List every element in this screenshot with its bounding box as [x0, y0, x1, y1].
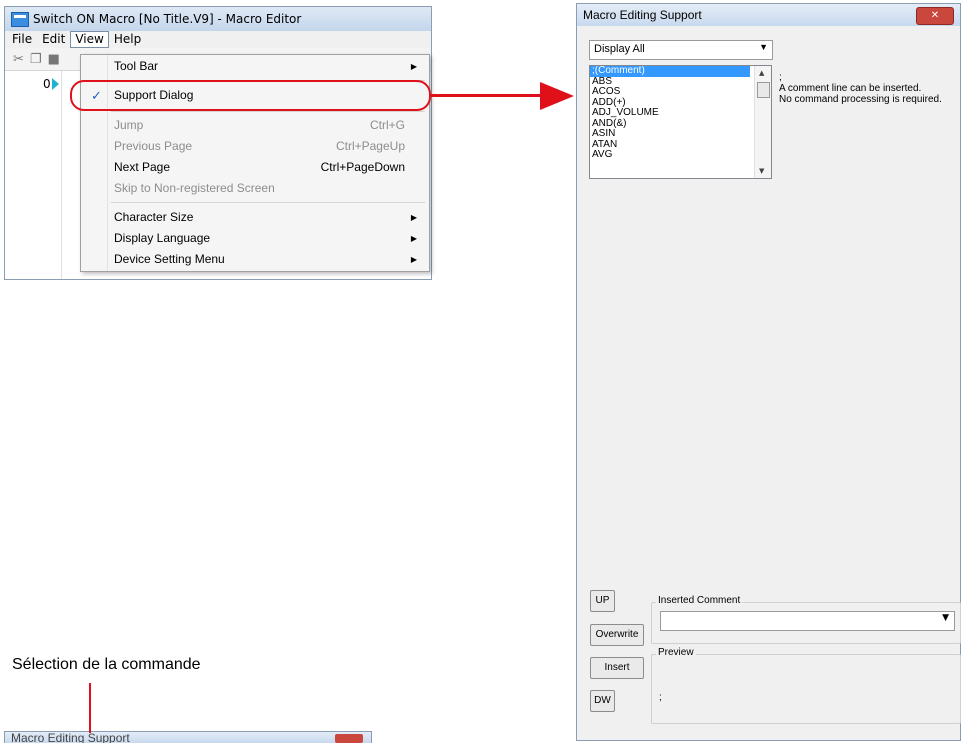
command-description: ; A comment line can be inserted. No com…: [779, 72, 955, 105]
current-line-marker-icon: [52, 78, 59, 90]
description-line: ;: [779, 72, 782, 83]
menu-item-label: Tool Bar: [114, 59, 159, 73]
menu-item-label: Skip to Non-registered Screen: [114, 181, 275, 195]
close-icon: ✕: [930, 10, 940, 21]
menu-item-next-page[interactable]: Next Page Ctrl+PageDown: [81, 157, 429, 178]
close-button[interactable]: ✕: [916, 7, 954, 25]
list-item[interactable]: ADJ_VOLUME: [590, 107, 750, 119]
copy-icon[interactable]: ❐: [30, 52, 42, 67]
description-line: No command processing is required.: [779, 94, 942, 105]
list-item[interactable]: AVG: [590, 149, 750, 161]
chevron-down-icon: ▼: [759, 42, 768, 52]
menu-item-skip-non-registered[interactable]: Skip to Non-registered Screen: [81, 178, 429, 199]
menu-item-shortcut: Ctrl+G: [369, 118, 405, 132]
menu-item-tool-bar[interactable]: Tool Bar ▶: [81, 56, 429, 77]
menu-item-label: Device Setting Menu: [114, 252, 225, 266]
menu-file[interactable]: File: [7, 32, 37, 47]
inserted-comment-label: Inserted Comment: [656, 595, 743, 606]
highlight-oval: [70, 80, 431, 111]
dw-button[interactable]: DW: [590, 690, 615, 712]
submenu-arrow-icon: ▶: [410, 234, 417, 243]
submenu-arrow-icon: ▶: [410, 213, 417, 222]
menu-item-jump[interactable]: Jump Ctrl+G: [81, 115, 429, 136]
menu-item-shortcut: Ctrl+PageDown: [320, 160, 405, 174]
scroll-up-icon[interactable]: ▲: [759, 69, 764, 77]
list-item[interactable]: ASIN: [590, 128, 750, 140]
support-title: Macro Editing Support: [583, 8, 702, 22]
chevron-down-icon: ▼: [942, 613, 949, 623]
filter-value: Display All: [594, 43, 645, 55]
pointer-line: [89, 683, 91, 733]
menu-item-label: Next Page: [114, 160, 171, 174]
menu-item-character-size[interactable]: Character Size ▶: [81, 207, 429, 228]
arrow-head-icon: [540, 82, 574, 110]
cropped-window-title: Macro Editing Support: [11, 731, 130, 743]
editor-title: Switch ON Macro [No Title.V9] - Macro Ed…: [33, 12, 302, 26]
macro-editing-support-dialog: Macro Editing Support ✕ Display All ▼ ;(…: [576, 3, 961, 741]
insert-button[interactable]: Insert: [590, 657, 644, 679]
menu-help[interactable]: Help: [109, 32, 146, 47]
menu-item-label: Previous Page: [114, 139, 193, 153]
list-item[interactable]: ;(Comment): [590, 66, 750, 77]
scroll-down-icon[interactable]: ▼: [759, 167, 764, 175]
scroll-thumb[interactable]: [757, 82, 770, 98]
submenu-arrow-icon: ▶: [410, 62, 417, 71]
inserted-comment-combo[interactable]: ▼: [660, 611, 955, 631]
overwrite-button[interactable]: Overwrite: [590, 624, 644, 646]
arrow-line: [430, 94, 542, 97]
paste-icon[interactable]: ■: [48, 52, 60, 67]
menu-view[interactable]: View: [70, 31, 109, 48]
cropped-support-window: Macro Editing Support: [4, 731, 372, 743]
description-line: A comment line can be inserted.: [779, 83, 922, 94]
cut-icon[interactable]: ✂: [13, 52, 24, 67]
menu-item-label: Character Size: [114, 210, 194, 224]
line-gutter: 0: [5, 71, 62, 279]
menu-item-label: Jump: [114, 118, 144, 132]
menu-item-previous-page[interactable]: Previous Page Ctrl+PageUp: [81, 136, 429, 157]
menu-separator: [111, 202, 425, 203]
list-scrollbar[interactable]: ▲ ▼: [754, 66, 771, 178]
menu-edit[interactable]: Edit: [37, 32, 70, 47]
preview-group: [651, 654, 961, 724]
app-icon: [11, 11, 29, 27]
command-filter-select[interactable]: Display All ▼: [589, 40, 773, 60]
menu-item-shortcut: Ctrl+PageUp: [335, 139, 405, 153]
menu-item-device-setting-menu[interactable]: Device Setting Menu ▶: [81, 249, 429, 270]
caption-text: Sélection de la commande: [12, 656, 201, 673]
line-number: 0: [43, 77, 51, 91]
list-item[interactable]: ATAN: [590, 139, 750, 151]
preview-label: Preview: [656, 647, 696, 658]
preview-text: ;: [659, 692, 662, 703]
menu-item-display-language[interactable]: Display Language ▶: [81, 228, 429, 249]
command-list[interactable]: ;(Comment) ABS ACOS ADD(+) ADJ_VOLUME AN…: [589, 65, 772, 179]
support-titlebar: Macro Editing Support: [577, 4, 960, 26]
editor-titlebar: Switch ON Macro [No Title.V9] - Macro Ed…: [5, 7, 431, 31]
list-item[interactable]: ACOS: [590, 86, 750, 98]
up-button[interactable]: UP: [590, 590, 615, 612]
menu-item-label: Display Language: [114, 231, 211, 245]
submenu-arrow-icon: ▶: [410, 255, 417, 264]
menu-separator: [111, 111, 425, 112]
editor-menubar: File Edit View Help: [5, 31, 431, 48]
